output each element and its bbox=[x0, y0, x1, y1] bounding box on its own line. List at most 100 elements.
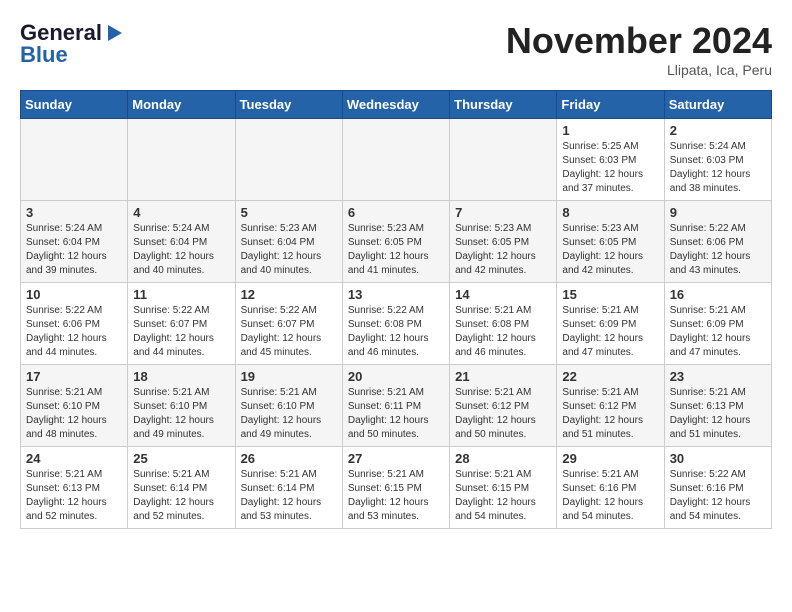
day-number: 26 bbox=[241, 451, 337, 466]
col-sunday: Sunday bbox=[21, 91, 128, 119]
day-info: Sunrise: 5:22 AM Sunset: 6:08 PM Dayligh… bbox=[348, 304, 444, 360]
day-number: 19 bbox=[241, 369, 337, 384]
day-info: Sunrise: 5:21 AM Sunset: 6:13 PM Dayligh… bbox=[26, 468, 122, 524]
day-info: Sunrise: 5:21 AM Sunset: 6:13 PM Dayligh… bbox=[670, 386, 766, 442]
day-cell: 29 Sunrise: 5:21 AM Sunset: 6:16 PM Dayli… bbox=[557, 447, 664, 529]
day-number: 30 bbox=[670, 451, 766, 466]
title-block: November 2024 Llipata, Ica, Peru bbox=[506, 20, 772, 78]
day-cell: 11 Sunrise: 5:22 AM Sunset: 6:07 PM Dayli… bbox=[128, 283, 235, 365]
week-row-1: 1 Sunrise: 5:25 AM Sunset: 6:03 PM Daylig… bbox=[21, 119, 772, 201]
day-number: 24 bbox=[26, 451, 122, 466]
day-info: Sunrise: 5:21 AM Sunset: 6:11 PM Dayligh… bbox=[348, 386, 444, 442]
day-number: 9 bbox=[670, 205, 766, 220]
day-cell: 13 Sunrise: 5:22 AM Sunset: 6:08 PM Dayli… bbox=[342, 283, 449, 365]
day-cell: 20 Sunrise: 5:21 AM Sunset: 6:11 PM Dayli… bbox=[342, 365, 449, 447]
day-cell: 27 Sunrise: 5:21 AM Sunset: 6:15 PM Dayli… bbox=[342, 447, 449, 529]
day-cell: 7 Sunrise: 5:23 AM Sunset: 6:05 PM Daylig… bbox=[450, 201, 557, 283]
day-number: 7 bbox=[455, 205, 551, 220]
day-number: 20 bbox=[348, 369, 444, 384]
day-info: Sunrise: 5:23 AM Sunset: 6:05 PM Dayligh… bbox=[562, 222, 658, 278]
day-number: 4 bbox=[133, 205, 229, 220]
day-cell: 21Sunrise: 5:21 AM Sunset: 6:12 PM Dayli… bbox=[450, 365, 557, 447]
day-info: Sunrise: 5:21 AM Sunset: 6:10 PM Dayligh… bbox=[241, 386, 337, 442]
day-number: 29 bbox=[562, 451, 658, 466]
location: Llipata, Ica, Peru bbox=[506, 62, 772, 78]
day-info: Sunrise: 5:21 AM Sunset: 6:15 PM Dayligh… bbox=[348, 468, 444, 524]
day-info: Sunrise: 5:22 AM Sunset: 6:06 PM Dayligh… bbox=[670, 222, 766, 278]
day-number: 12 bbox=[241, 287, 337, 302]
day-info: Sunrise: 5:21 AM Sunset: 6:16 PM Dayligh… bbox=[562, 468, 658, 524]
day-cell: 26 Sunrise: 5:21 AM Sunset: 6:14 PM Dayli… bbox=[235, 447, 342, 529]
day-cell: 28 Sunrise: 5:21 AM Sunset: 6:15 PM Dayli… bbox=[450, 447, 557, 529]
day-info: Sunrise: 5:24 AM Sunset: 6:04 PM Dayligh… bbox=[26, 222, 122, 278]
day-cell: 9 Sunrise: 5:22 AM Sunset: 6:06 PM Daylig… bbox=[664, 201, 771, 283]
day-number: 27 bbox=[348, 451, 444, 466]
logo: General Blue bbox=[20, 20, 126, 68]
col-wednesday: Wednesday bbox=[342, 91, 449, 119]
day-info: Sunrise: 5:24 AM Sunset: 6:04 PM Dayligh… bbox=[133, 222, 229, 278]
day-cell: 14Sunrise: 5:21 AM Sunset: 6:08 PM Dayli… bbox=[450, 283, 557, 365]
day-info: Sunrise: 5:24 AM Sunset: 6:03 PM Dayligh… bbox=[670, 140, 766, 196]
col-friday: Friday bbox=[557, 91, 664, 119]
header-row: Sunday Monday Tuesday Wednesday Thursday… bbox=[21, 91, 772, 119]
day-info: Sunrise: 5:21 AM Sunset: 6:14 PM Dayligh… bbox=[133, 468, 229, 524]
day-number: 23 bbox=[670, 369, 766, 384]
week-row-4: 17 Sunrise: 5:21 AM Sunset: 6:10 PM Dayli… bbox=[21, 365, 772, 447]
day-number: 8 bbox=[562, 205, 658, 220]
day-number: 1 bbox=[562, 123, 658, 138]
day-number: 13 bbox=[348, 287, 444, 302]
day-cell: 18 Sunrise: 5:21 AM Sunset: 6:10 PM Dayli… bbox=[128, 365, 235, 447]
day-cell bbox=[450, 119, 557, 201]
day-info: Sunrise: 5:23 AM Sunset: 6:05 PM Dayligh… bbox=[348, 222, 444, 278]
day-number: 25 bbox=[133, 451, 229, 466]
day-cell: 25 Sunrise: 5:21 AM Sunset: 6:14 PM Dayli… bbox=[128, 447, 235, 529]
day-cell: 10Sunrise: 5:22 AM Sunset: 6:06 PM Dayli… bbox=[21, 283, 128, 365]
day-info: Sunrise: 5:21 AM Sunset: 6:10 PM Dayligh… bbox=[133, 386, 229, 442]
day-number: 22 bbox=[562, 369, 658, 384]
header: General Blue November 2024 Llipata, Ica,… bbox=[20, 20, 772, 78]
day-info: Sunrise: 5:21 AM Sunset: 6:15 PM Dayligh… bbox=[455, 468, 551, 524]
day-info: Sunrise: 5:21 AM Sunset: 6:09 PM Dayligh… bbox=[670, 304, 766, 360]
day-number: 6 bbox=[348, 205, 444, 220]
logo-blue: Blue bbox=[20, 42, 68, 68]
day-number: 17 bbox=[26, 369, 122, 384]
day-info: Sunrise: 5:22 AM Sunset: 6:16 PM Dayligh… bbox=[670, 468, 766, 524]
day-info: Sunrise: 5:23 AM Sunset: 6:04 PM Dayligh… bbox=[241, 222, 337, 278]
col-tuesday: Tuesday bbox=[235, 91, 342, 119]
day-cell: 19 Sunrise: 5:21 AM Sunset: 6:10 PM Dayli… bbox=[235, 365, 342, 447]
day-cell: 8 Sunrise: 5:23 AM Sunset: 6:05 PM Daylig… bbox=[557, 201, 664, 283]
day-cell: 23 Sunrise: 5:21 AM Sunset: 6:13 PM Dayli… bbox=[664, 365, 771, 447]
day-number: 15 bbox=[562, 287, 658, 302]
day-info: Sunrise: 5:21 AM Sunset: 6:14 PM Dayligh… bbox=[241, 468, 337, 524]
day-cell: 3 Sunrise: 5:24 AM Sunset: 6:04 PM Daylig… bbox=[21, 201, 128, 283]
day-cell bbox=[21, 119, 128, 201]
day-cell: 1 Sunrise: 5:25 AM Sunset: 6:03 PM Daylig… bbox=[557, 119, 664, 201]
day-info: Sunrise: 5:21 AM Sunset: 6:09 PM Dayligh… bbox=[562, 304, 658, 360]
col-thursday: Thursday bbox=[450, 91, 557, 119]
day-cell: 16 Sunrise: 5:21 AM Sunset: 6:09 PM Dayli… bbox=[664, 283, 771, 365]
day-cell bbox=[342, 119, 449, 201]
day-cell bbox=[235, 119, 342, 201]
col-monday: Monday bbox=[128, 91, 235, 119]
day-number: 11 bbox=[133, 287, 229, 302]
day-info: Sunrise: 5:21 AM Sunset: 6:08 PM Dayligh… bbox=[455, 304, 551, 360]
day-number: 2 bbox=[670, 123, 766, 138]
day-info: Sunrise: 5:23 AM Sunset: 6:05 PM Dayligh… bbox=[455, 222, 551, 278]
day-number: 18 bbox=[133, 369, 229, 384]
day-cell: 24 Sunrise: 5:21 AM Sunset: 6:13 PM Dayli… bbox=[21, 447, 128, 529]
day-cell: 12 Sunrise: 5:22 AM Sunset: 6:07 PM Dayli… bbox=[235, 283, 342, 365]
day-cell: 2 Sunrise: 5:24 AM Sunset: 6:03 PM Daylig… bbox=[664, 119, 771, 201]
week-row-3: 10Sunrise: 5:22 AM Sunset: 6:06 PM Dayli… bbox=[21, 283, 772, 365]
day-info: Sunrise: 5:22 AM Sunset: 6:07 PM Dayligh… bbox=[133, 304, 229, 360]
day-number: 28 bbox=[455, 451, 551, 466]
day-info: Sunrise: 5:25 AM Sunset: 6:03 PM Dayligh… bbox=[562, 140, 658, 196]
day-cell: 6 Sunrise: 5:23 AM Sunset: 6:05 PM Daylig… bbox=[342, 201, 449, 283]
day-cell: 15 Sunrise: 5:21 AM Sunset: 6:09 PM Dayli… bbox=[557, 283, 664, 365]
day-number: 10 bbox=[26, 287, 122, 302]
day-info: Sunrise: 5:22 AM Sunset: 6:07 PM Dayligh… bbox=[241, 304, 337, 360]
day-cell bbox=[128, 119, 235, 201]
day-number: 3 bbox=[26, 205, 122, 220]
day-number: 16 bbox=[670, 287, 766, 302]
day-cell: 17Sunrise: 5:21 AM Sunset: 6:10 PM Dayli… bbox=[21, 365, 128, 447]
col-saturday: Saturday bbox=[664, 91, 771, 119]
